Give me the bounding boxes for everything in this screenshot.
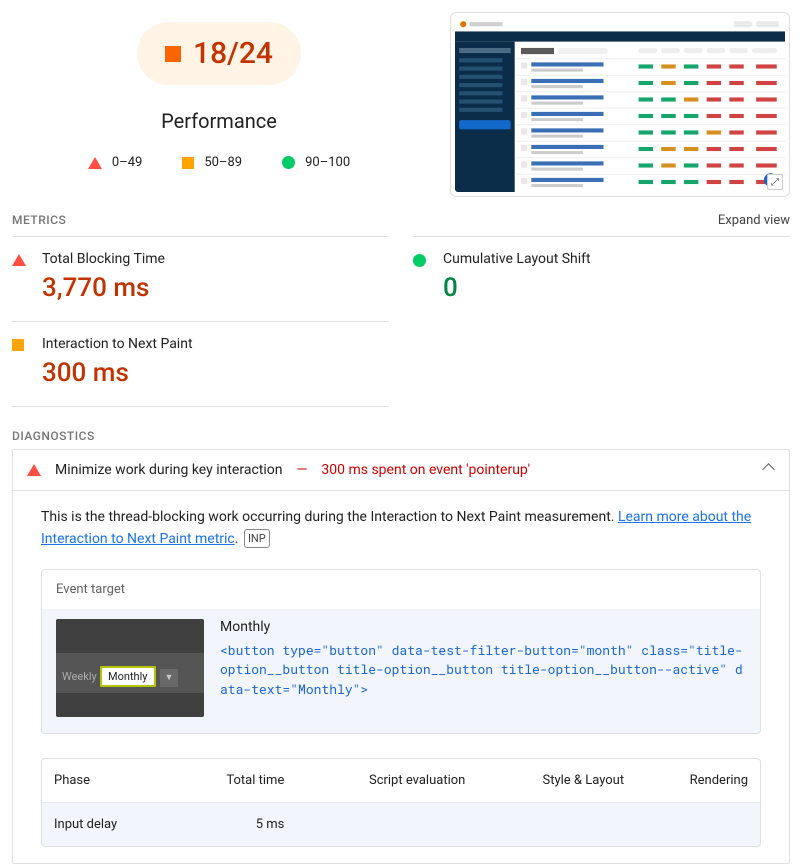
score-title: Performance	[12, 109, 426, 133]
diagnostics-header: DIAGNOSTICS	[12, 429, 790, 443]
expand-view-link[interactable]: Expand view	[718, 213, 790, 228]
col-script: Script evaluation	[296, 759, 477, 802]
weekly-label: Weekly	[62, 670, 97, 683]
diagnostic-toggle[interactable]: Minimize work during key interaction — 3…	[13, 450, 789, 491]
screenshot-svg	[455, 17, 785, 192]
legend-avg: 50–89	[204, 155, 242, 170]
diagnostic-subtitle: 300 ms spent on event 'pointerup'	[321, 462, 530, 478]
score-value: 18/24	[193, 36, 273, 71]
col-layout: Style & Layout	[477, 759, 636, 802]
metric-tbt: Total Blocking Time 3,770 ms	[12, 236, 389, 321]
square-orange-icon	[165, 46, 181, 62]
event-target-row: Weekly Monthly ▼ Monthly <button type="b…	[42, 609, 760, 733]
dash-separator: —	[296, 462, 307, 478]
phase-name: Input delay	[42, 802, 173, 846]
score-pill: 18/24	[137, 22, 301, 85]
screenshot-thumbnail[interactable]: ⤢	[450, 12, 790, 197]
expand-thumbnail-icon[interactable]: ⤢	[767, 174, 783, 190]
diagnostic-description: This is the thread-blocking work occurri…	[41, 507, 761, 550]
metric-value: 0	[443, 273, 790, 303]
metric-cls: Cumulative Layout Shift 0	[413, 236, 790, 321]
event-screenshot: Weekly Monthly ▼	[56, 619, 204, 717]
phase-script	[296, 802, 477, 846]
metric-name: Interaction to Next Paint	[42, 336, 389, 352]
metric-inp: Interaction to Next Paint 300 ms	[12, 321, 389, 406]
dropdown-chevron-icon: ▼	[160, 669, 178, 687]
square-orange-icon	[182, 157, 194, 169]
metric-value: 3,770 ms	[42, 273, 389, 303]
phase-layout	[477, 802, 636, 846]
legend-good: 90–100	[305, 155, 350, 170]
metric-name: Cumulative Layout Shift	[443, 251, 790, 267]
event-target-header: Event target	[42, 570, 760, 609]
score-legend: 0–49 50–89 90–100	[12, 155, 426, 170]
inp-badge: INP	[244, 529, 270, 548]
phase-render	[636, 802, 760, 846]
col-render: Rendering	[636, 759, 760, 802]
col-phase: Phase	[42, 759, 173, 802]
diagnostic-desc-text: This is the thread-blocking work occurri…	[41, 509, 618, 525]
table-row: Input delay 5 ms	[42, 802, 760, 846]
phase-table: Phase Total time Script evaluation Style…	[41, 758, 761, 847]
event-code: <button type="button" data-test-filter-b…	[220, 641, 746, 700]
monthly-button-highlight: Monthly	[100, 666, 156, 687]
triangle-red-icon	[88, 157, 102, 169]
diagnostic-title: Minimize work during key interaction	[55, 462, 282, 478]
col-total: Total time	[173, 759, 296, 802]
phase-total: 5 ms	[173, 802, 296, 846]
metric-value: 300 ms	[42, 358, 389, 388]
legend-poor: 0–49	[112, 155, 142, 170]
triangle-red-icon	[12, 254, 26, 266]
triangle-red-icon	[27, 464, 41, 476]
metric-name: Total Blocking Time	[42, 251, 389, 267]
metrics-header: METRICS	[12, 213, 66, 227]
circle-green-icon	[282, 156, 295, 169]
chevron-up-icon	[761, 463, 775, 477]
square-orange-icon	[12, 339, 24, 351]
event-label: Monthly	[220, 619, 746, 635]
circle-green-icon	[413, 254, 426, 267]
